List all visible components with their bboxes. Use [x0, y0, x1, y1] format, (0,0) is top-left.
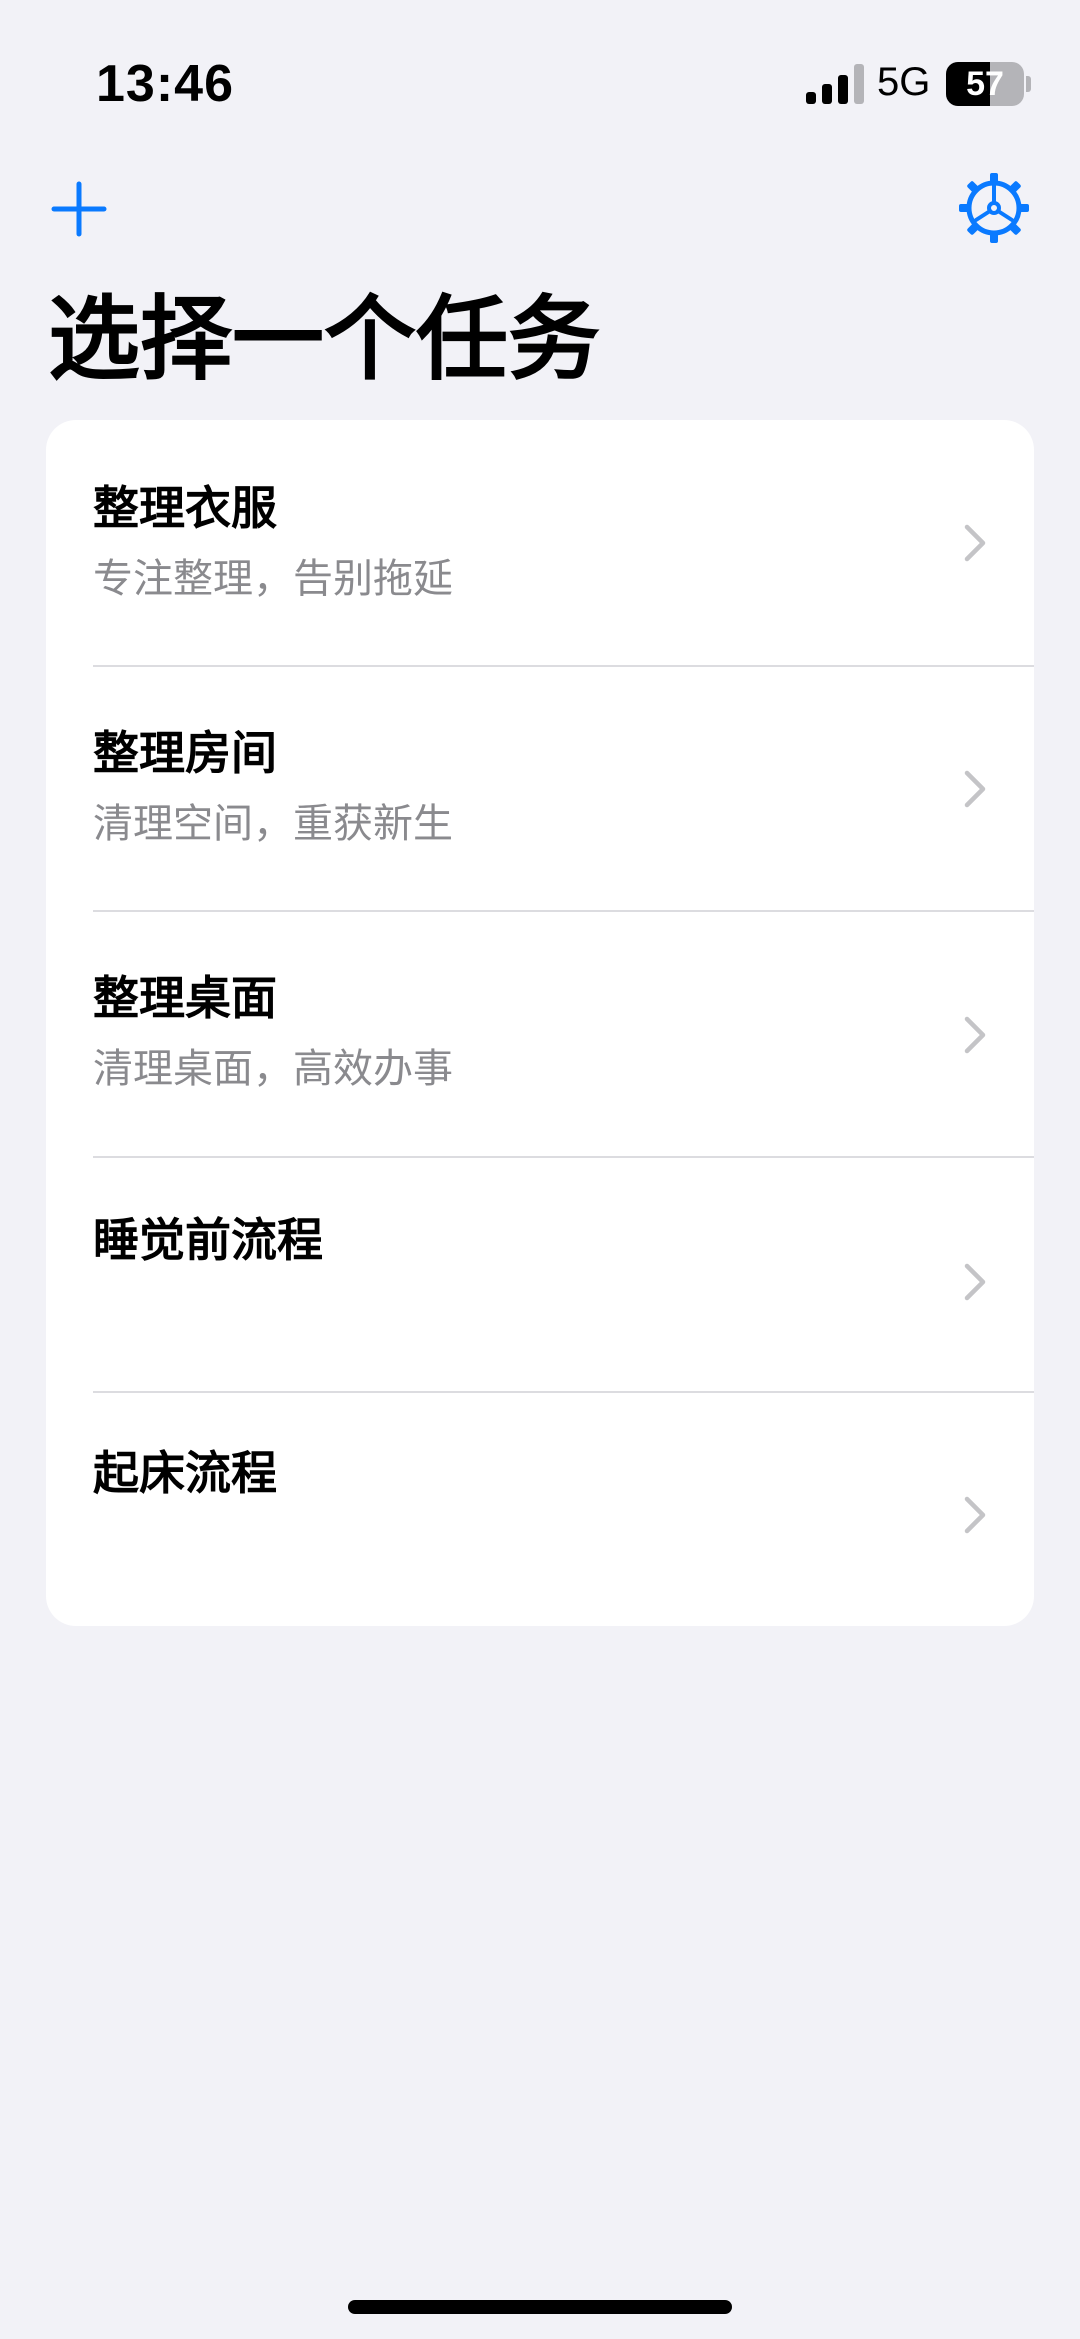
task-title: 整理桌面 — [93, 971, 277, 1025]
home-indicator[interactable] — [348, 2300, 732, 2314]
task-subtitle: 专注整理，告别拖延 — [93, 556, 453, 602]
task-title: 整理房间 — [93, 726, 277, 780]
chevron-right-icon — [964, 1016, 986, 1054]
plus-icon[interactable] — [46, 176, 112, 242]
task-row-organize-clothes[interactable]: 整理衣服 专注整理，告别拖延 — [46, 420, 1034, 666]
chevron-right-icon — [964, 1496, 986, 1534]
task-row-morning-routine[interactable]: 起床流程 — [46, 1393, 1034, 1626]
cellular-signal-icon — [806, 64, 864, 104]
gear-icon[interactable] — [958, 172, 1030, 244]
task-row-bedtime-routine[interactable]: 睡觉前流程 — [46, 1158, 1034, 1392]
task-subtitle: 清理桌面，高效办事 — [93, 1046, 453, 1092]
task-list: 整理衣服 专注整理，告别拖延 整理房间 清理空间，重获新生 整理桌面 清理桌面，… — [46, 420, 1034, 1626]
chevron-right-icon — [964, 524, 986, 562]
task-row-organize-room[interactable]: 整理房间 清理空间，重获新生 — [46, 667, 1034, 911]
task-title: 睡觉前流程 — [93, 1213, 323, 1267]
battery-cap — [1026, 76, 1031, 92]
battery-level: 57 — [966, 65, 1004, 103]
network-type: 5G — [877, 60, 931, 104]
battery-icon: 57 — [946, 62, 1024, 106]
status-bar: 13:46 5G 57 — [0, 0, 1080, 170]
page-title: 选择一个任务 — [48, 286, 601, 393]
chevron-right-icon — [964, 770, 986, 808]
task-row-organize-desk[interactable]: 整理桌面 清理桌面，高效办事 — [46, 912, 1034, 1157]
task-title: 整理衣服 — [93, 481, 277, 535]
task-subtitle: 清理空间，重获新生 — [93, 801, 453, 847]
status-time: 13:46 — [96, 55, 234, 113]
chevron-right-icon — [964, 1263, 986, 1301]
task-title: 起床流程 — [93, 1446, 277, 1500]
